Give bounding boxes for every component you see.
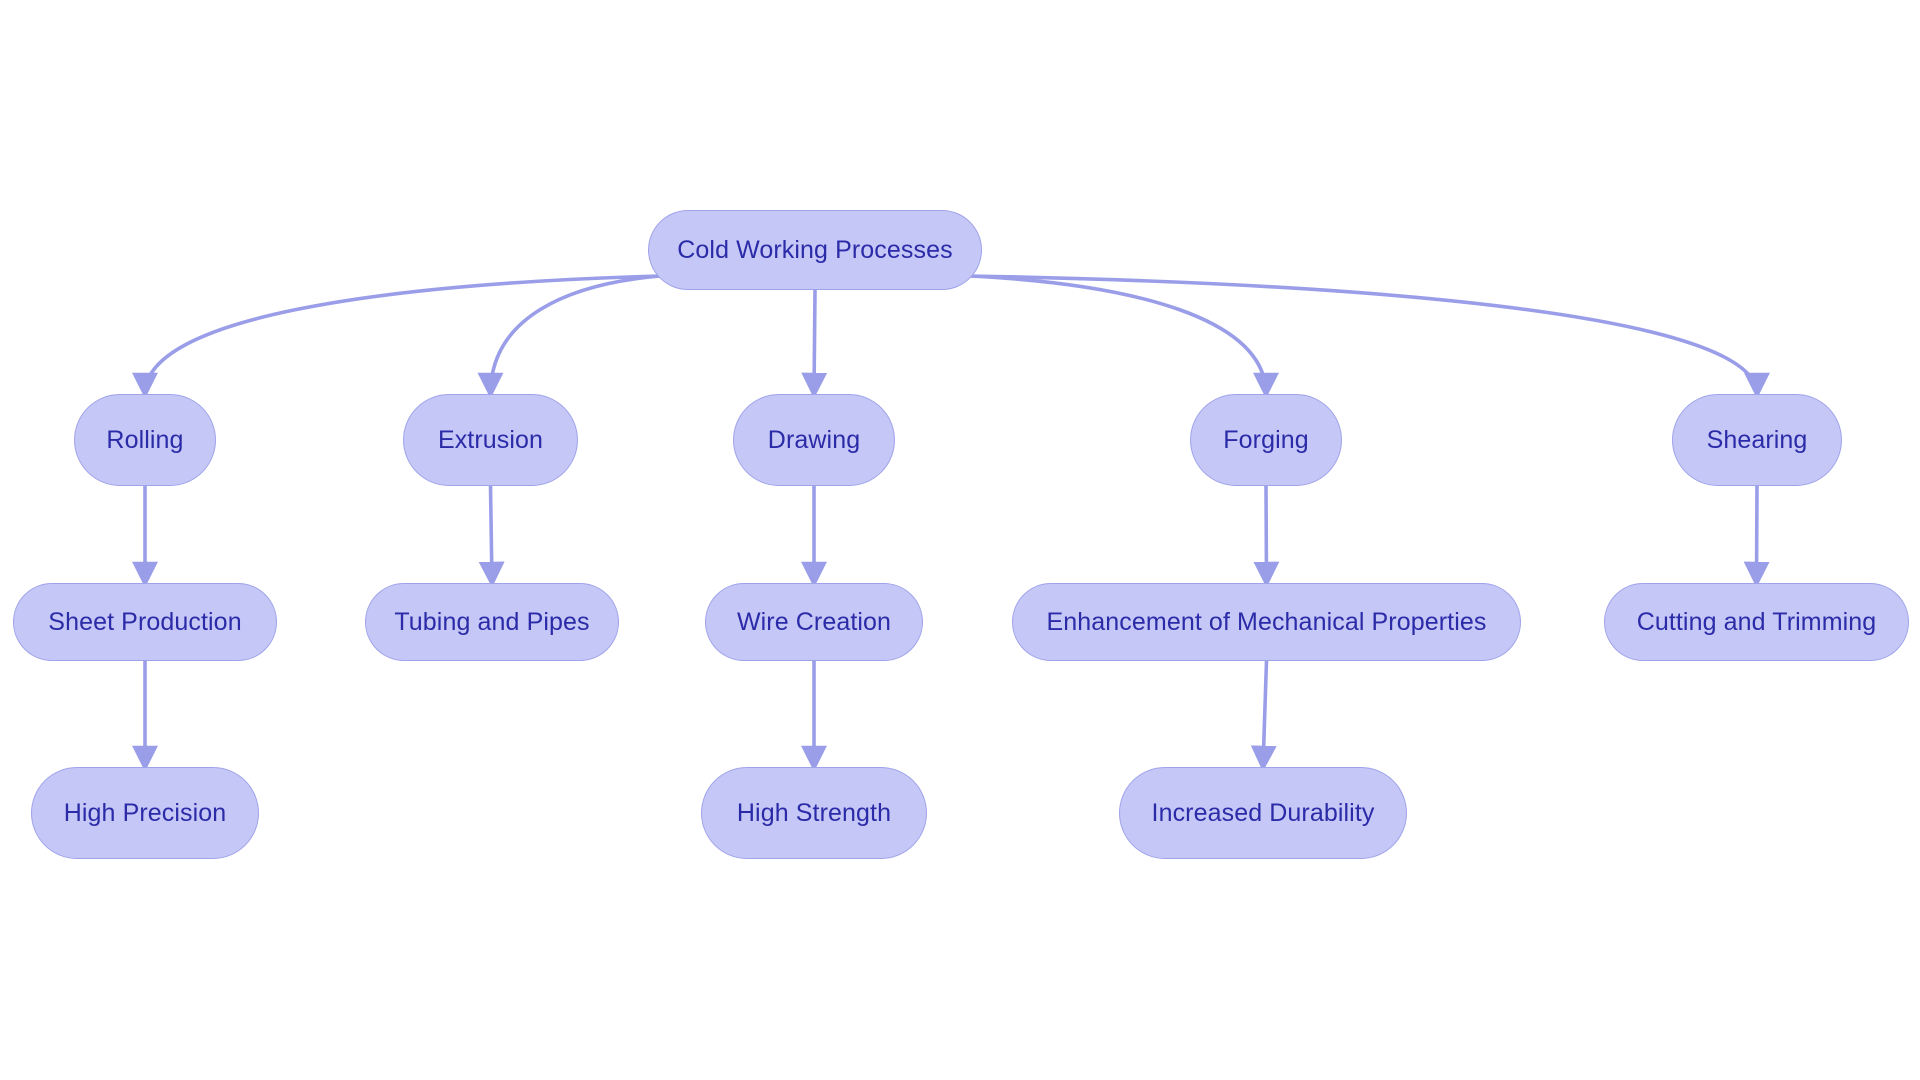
edge-root-to-rolling	[132, 274, 661, 399]
node-label: Cold Working Processes	[677, 235, 953, 264]
node-label: Increased Durability	[1151, 798, 1375, 827]
node-wire[interactable]: Wire Creation	[705, 583, 923, 661]
edge-layer	[132, 274, 1770, 772]
node-label: Enhancement of Mechanical Properties	[1046, 607, 1487, 636]
node-label: Extrusion	[437, 425, 544, 454]
node-rolling[interactable]: Rolling	[74, 394, 216, 486]
edge-shearing-to-cutting	[1743, 485, 1770, 588]
edge-root-to-extrusion	[477, 274, 661, 399]
node-label: Cutting and Trimming	[1636, 607, 1877, 636]
edge-root-to-shearing	[969, 274, 1770, 399]
node-label: High Precision	[63, 798, 227, 827]
edge-forging-to-mech	[1253, 485, 1280, 588]
node-label: Rolling	[106, 425, 184, 454]
node-durability[interactable]: Increased Durability	[1119, 767, 1407, 859]
node-precision[interactable]: High Precision	[31, 767, 259, 859]
node-label: Forging	[1223, 425, 1309, 454]
node-sheet[interactable]: Sheet Production	[13, 583, 277, 661]
node-label: Wire Creation	[736, 607, 892, 636]
edge-root-to-forging	[969, 274, 1279, 399]
node-tubing[interactable]: Tubing and Pipes	[365, 583, 619, 661]
node-extrusion[interactable]: Extrusion	[403, 394, 578, 486]
node-strength[interactable]: High Strength	[701, 767, 927, 859]
node-label: Drawing	[767, 425, 861, 454]
node-mech[interactable]: Enhancement of Mechanical Properties	[1012, 583, 1521, 661]
node-label: Sheet Production	[48, 607, 242, 636]
flowchart-canvas: Cold Working Processes Rolling Extrusion Dr…	[0, 0, 1920, 1080]
edge-mech-to-durability	[1250, 660, 1277, 772]
node-root[interactable]: Cold Working Processes	[648, 210, 982, 290]
node-label: Shearing	[1706, 425, 1808, 454]
node-drawing[interactable]: Drawing	[733, 394, 895, 486]
node-shearing[interactable]: Shearing	[1672, 394, 1842, 486]
node-label: Tubing and Pipes	[394, 607, 590, 636]
edge-extrusion-to-tubing	[478, 485, 505, 588]
node-cutting[interactable]: Cutting and Trimming	[1604, 583, 1909, 661]
node-forging[interactable]: Forging	[1190, 394, 1342, 486]
node-label: High Strength	[736, 798, 892, 827]
edge-root-to-drawing	[801, 289, 828, 399]
